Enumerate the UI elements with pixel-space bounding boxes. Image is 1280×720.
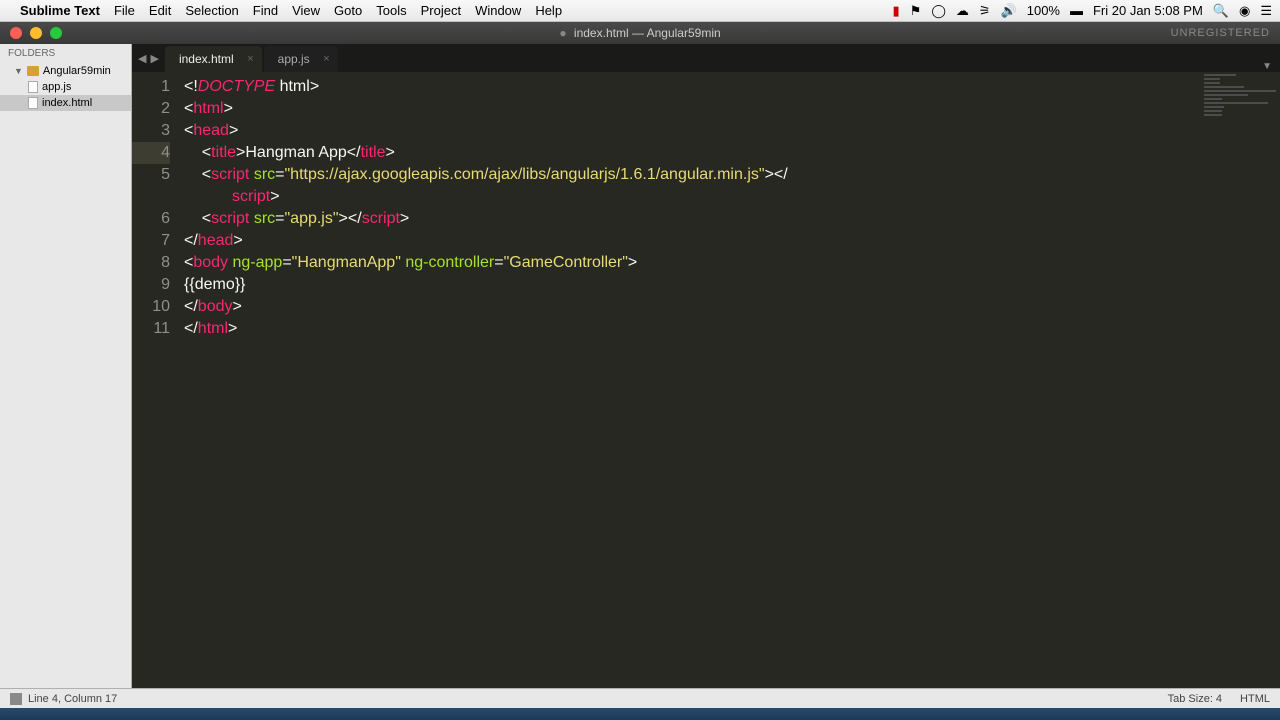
unregistered-label: UNREGISTERED [1171, 27, 1270, 39]
file-icon [28, 81, 38, 93]
cloud-icon[interactable]: ☁ [956, 3, 969, 19]
status-icon[interactable] [10, 693, 22, 705]
menu-file[interactable]: File [114, 3, 135, 18]
flag-icon[interactable]: ⚑ [910, 3, 922, 19]
close-window-button[interactable] [10, 27, 22, 39]
traffic-lights [0, 27, 62, 39]
menu-view[interactable]: View [292, 3, 320, 18]
syntax-mode[interactable]: HTML [1240, 693, 1270, 705]
clock[interactable]: Fri 20 Jan 5:08 PM [1093, 3, 1203, 18]
sidebar-folder[interactable]: ▼ Angular59min [0, 63, 131, 79]
close-icon[interactable]: × [247, 53, 253, 65]
menu-goto[interactable]: Goto [334, 3, 362, 18]
chevron-down-icon: ▼ [14, 66, 23, 76]
battery-icon[interactable]: ▬ [1070, 3, 1083, 18]
minimize-window-button[interactable] [30, 27, 42, 39]
title-text: index.html — Angular59min [574, 26, 721, 40]
tab-nav: ◀ ▶ [132, 44, 165, 72]
tab-size[interactable]: Tab Size: 4 [1168, 693, 1222, 705]
sidebar: Folders ▼ Angular59min app.js index.html [0, 44, 132, 688]
menu-project[interactable]: Project [421, 3, 461, 18]
window-title: ● index.html — Angular59min [559, 26, 720, 40]
siri-icon[interactable]: ◉ [1239, 3, 1250, 19]
code-area[interactable]: 1234567891011 <!DOCTYPE html><html><head… [132, 72, 1280, 688]
tab-label: app.js [278, 52, 310, 66]
macos-dock [0, 708, 1280, 720]
file-icon [28, 97, 38, 109]
macos-menubar: Sublime Text File Edit Selection Find Vi… [0, 0, 1280, 22]
notification-icon[interactable]: ☰ [1260, 3, 1272, 19]
dirty-indicator-icon: ● [559, 26, 566, 40]
app-name[interactable]: Sublime Text [20, 3, 100, 18]
nav-back-icon[interactable]: ◀ [138, 52, 146, 65]
window-titlebar: ● index.html — Angular59min UNREGISTERED [0, 22, 1280, 44]
cursor-position[interactable]: Line 4, Column 17 [28, 693, 117, 705]
menu-selection[interactable]: Selection [185, 3, 238, 18]
menu-help[interactable]: Help [535, 3, 562, 18]
tab-index-html[interactable]: index.html × [165, 46, 262, 72]
menu-window[interactable]: Window [475, 3, 521, 18]
circle-icon[interactable]: ◯ [931, 3, 946, 19]
folder-label: Angular59min [43, 65, 111, 77]
menu-edit[interactable]: Edit [149, 3, 171, 18]
close-icon[interactable]: × [323, 53, 329, 65]
volume-icon[interactable]: 🔊 [1001, 3, 1017, 19]
sidebar-file-index[interactable]: index.html [0, 95, 131, 111]
sidebar-header: Folders [0, 44, 131, 63]
spotlight-icon[interactable]: 🔍 [1213, 3, 1229, 19]
record-icon[interactable]: ▮ [893, 3, 900, 19]
battery-text[interactable]: 100% [1027, 3, 1060, 18]
line-gutter: 1234567891011 [132, 72, 180, 688]
minimap[interactable] [1200, 72, 1280, 688]
tab-dropdown-icon[interactable]: ▼ [1262, 61, 1272, 72]
file-label: index.html [42, 97, 92, 109]
status-bar: Line 4, Column 17 Tab Size: 4 HTML [0, 688, 1280, 708]
file-label: app.js [42, 81, 71, 93]
maximize-window-button[interactable] [50, 27, 62, 39]
tab-app-js[interactable]: app.js × [264, 46, 338, 72]
tab-label: index.html [179, 52, 234, 66]
code-content[interactable]: <!DOCTYPE html><html><head> <title>Hangm… [180, 72, 1280, 688]
wifi-icon[interactable]: ⚞ [979, 3, 991, 19]
tab-bar: ◀ ▶ index.html × app.js × ▼ [132, 44, 1280, 72]
menu-find[interactable]: Find [253, 3, 278, 18]
nav-forward-icon[interactable]: ▶ [150, 52, 158, 65]
folder-icon [27, 66, 39, 76]
menu-tools[interactable]: Tools [376, 3, 406, 18]
editor: ◀ ▶ index.html × app.js × ▼ 123456789101… [132, 44, 1280, 688]
sidebar-file-appjs[interactable]: app.js [0, 79, 131, 95]
